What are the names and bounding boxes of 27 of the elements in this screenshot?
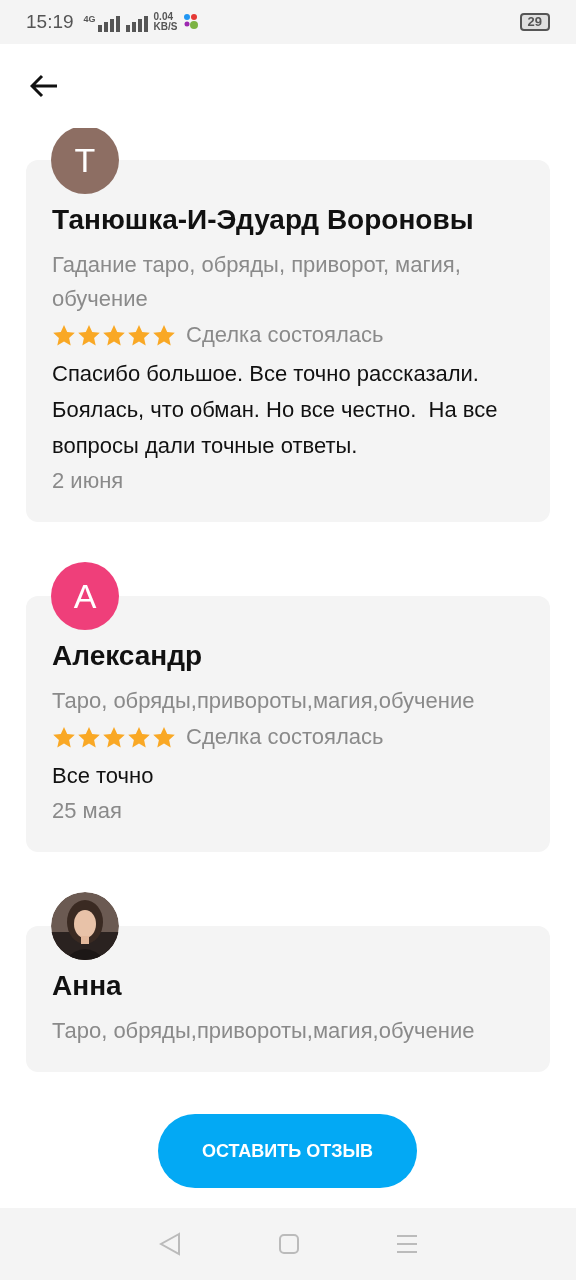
network-type: 4G [83, 14, 96, 24]
reviewer-name: Танюшка-И-Эдуард Вороновы [52, 204, 475, 236]
review-text: Спасибо большое. Все точно рассказали. Боялась, что обман. Но все честно. На все вопросы дали точные ответы. [52, 360, 499, 460]
service-tags: Гадание таро, обряды, приворот, магия, обучение [52, 248, 530, 316]
back-arrow-icon[interactable] [30, 74, 58, 98]
back-icon[interactable] [159, 1232, 181, 1256]
home-icon[interactable] [279, 1234, 299, 1254]
service-tags: Таро, обряды,привороты,магия,обучение [52, 1014, 530, 1048]
reviewer-name: Анна [52, 970, 123, 1002]
leave-review-button[interactable]: ОСТАВИТЬ ОТЗЫВ [158, 1114, 417, 1188]
signal-icon [97, 16, 120, 32]
deal-status: Сделка состоялась [186, 724, 384, 750]
reviewer-name: Александр [52, 640, 204, 672]
app-icon [183, 13, 200, 31]
deal-status: Сделка состоялась [186, 322, 384, 348]
network-speed: 0.04 [153, 12, 175, 22]
review-text: Все точно [52, 762, 155, 790]
service-tags: Таро, обряды,привороты,магия,обучение [52, 684, 530, 718]
battery-indicator: 29 [519, 13, 550, 31]
menu-icon[interactable] [397, 1234, 417, 1254]
avatar: Т [51, 128, 119, 194]
review-date: 25 мая [52, 797, 123, 825]
status-time: 15:19 [26, 11, 74, 33]
avatar: А [51, 562, 119, 630]
speed-unit: KB/S [153, 22, 178, 32]
review-date: 2 июня [52, 467, 125, 495]
signal-icon [125, 16, 148, 32]
